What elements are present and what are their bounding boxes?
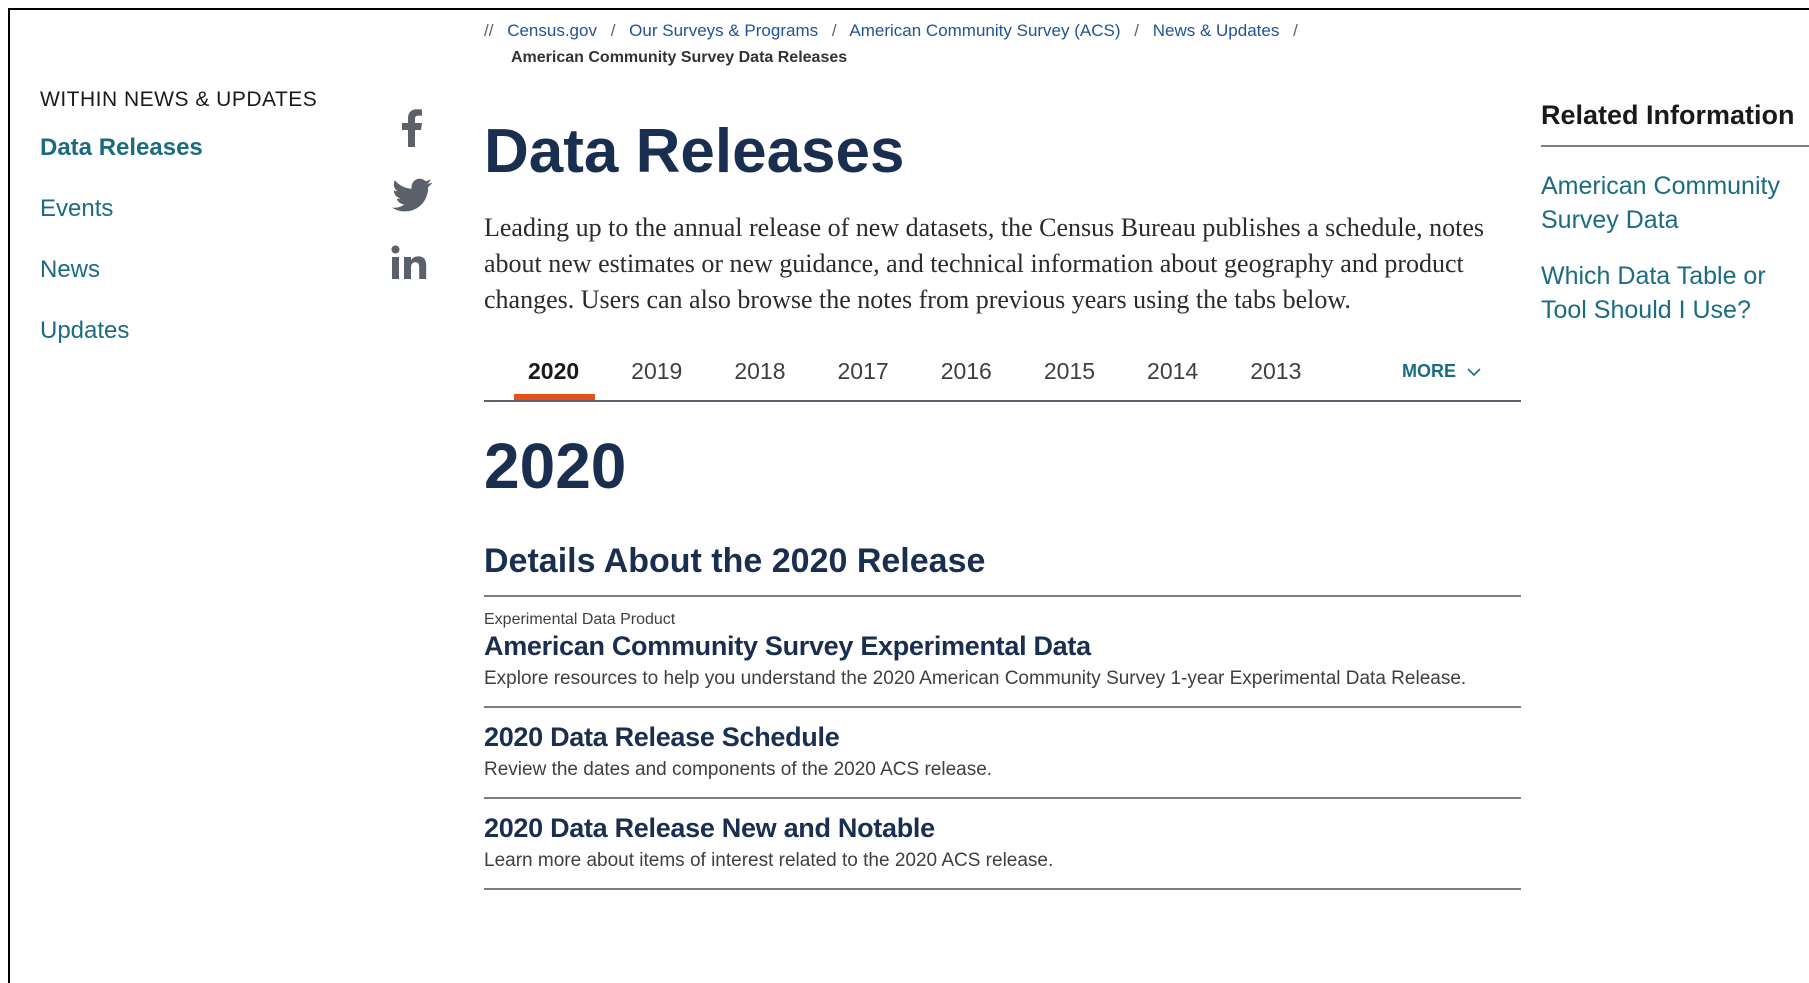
- sidebar-item-events[interactable]: Events: [40, 195, 317, 223]
- item-title-link[interactable]: 2020 Data Release New and Notable: [484, 813, 1521, 844]
- breadcrumb-link-acs[interactable]: American Community Survey (ACS): [849, 21, 1120, 40]
- breadcrumb-separator: /: [831, 21, 837, 40]
- item-title-link[interactable]: American Community Survey Experimental D…: [484, 631, 1521, 662]
- sidebar: WITHIN NEWS & UPDATES Data Releases Even…: [40, 88, 317, 378]
- sidebar-item-updates[interactable]: Updates: [40, 317, 317, 345]
- list-item: Experimental Data Product American Commu…: [484, 597, 1521, 708]
- sidebar-item-news[interactable]: News: [40, 256, 317, 284]
- tab-2017[interactable]: 2017: [812, 342, 915, 400]
- tab-2016[interactable]: 2016: [915, 342, 1018, 400]
- tab-2018[interactable]: 2018: [708, 342, 811, 400]
- item-description: Learn more about items of interest relat…: [484, 850, 1054, 871]
- breadcrumb-prefix: //: [484, 21, 494, 40]
- breadcrumb: // Census.gov / Our Surveys & Programs /…: [484, 17, 1307, 71]
- sidebar-heading: WITHIN NEWS & UPDATES: [40, 88, 318, 111]
- list-item: 2020 Data Release New and Notable Learn …: [484, 799, 1521, 890]
- tab-2015[interactable]: 2015: [1018, 342, 1121, 400]
- share-icons: [388, 105, 438, 309]
- facebook-icon[interactable]: [388, 105, 436, 149]
- tab-2019[interactable]: 2019: [605, 342, 708, 400]
- tab-2013[interactable]: 2013: [1224, 342, 1327, 400]
- item-description: Review the dates and components of the 2…: [484, 759, 993, 780]
- item-eyebrow: Experimental Data Product: [484, 611, 676, 628]
- page-title: Data Releases: [484, 117, 905, 186]
- main-content: Data Releases Leading up to the annual r…: [484, 112, 1521, 890]
- year-tabs: 2020 2019 2018 2017 2016 2015 2014 2013 …: [484, 342, 1521, 402]
- sidebar-item-data-releases[interactable]: Data Releases: [40, 134, 317, 162]
- breadcrumb-link-census[interactable]: Census.gov: [507, 21, 597, 40]
- item-description: Explore resources to help you understand…: [484, 668, 1467, 689]
- breadcrumb-separator: /: [1293, 21, 1298, 40]
- more-tabs-button[interactable]: MORE: [1402, 342, 1481, 400]
- intro-text: Leading up to the annual release of new …: [484, 213, 1484, 314]
- tab-2014[interactable]: 2014: [1121, 342, 1224, 400]
- breadcrumb-current: American Community Survey Data Releases: [511, 49, 848, 66]
- linkedin-icon[interactable]: [388, 241, 436, 285]
- more-label: MORE: [1401, 361, 1456, 381]
- related-information: Related Information American Community S…: [1541, 100, 1809, 327]
- twitter-icon[interactable]: [388, 173, 436, 217]
- related-heading: Related Information: [1541, 100, 1809, 147]
- year-heading: 2020: [484, 430, 627, 502]
- breadcrumb-link-surveys[interactable]: Our Surveys & Programs: [629, 21, 818, 40]
- related-link-which-tool[interactable]: Which Data Table or Tool Should I Use?: [1541, 259, 1809, 327]
- related-link-acs-data[interactable]: American Community Survey Data: [1541, 169, 1809, 237]
- breadcrumb-link-news[interactable]: News & Updates: [1153, 21, 1280, 40]
- item-title-link[interactable]: 2020 Data Release Schedule: [484, 722, 1521, 753]
- section-heading: Details About the 2020 Release: [484, 542, 1521, 597]
- chevron-down-icon: [1467, 368, 1481, 377]
- tab-2020[interactable]: 2020: [502, 342, 605, 400]
- breadcrumb-separator: /: [1134, 21, 1139, 40]
- breadcrumb-separator: /: [610, 21, 616, 40]
- list-item: 2020 Data Release Schedule Review the da…: [484, 708, 1521, 799]
